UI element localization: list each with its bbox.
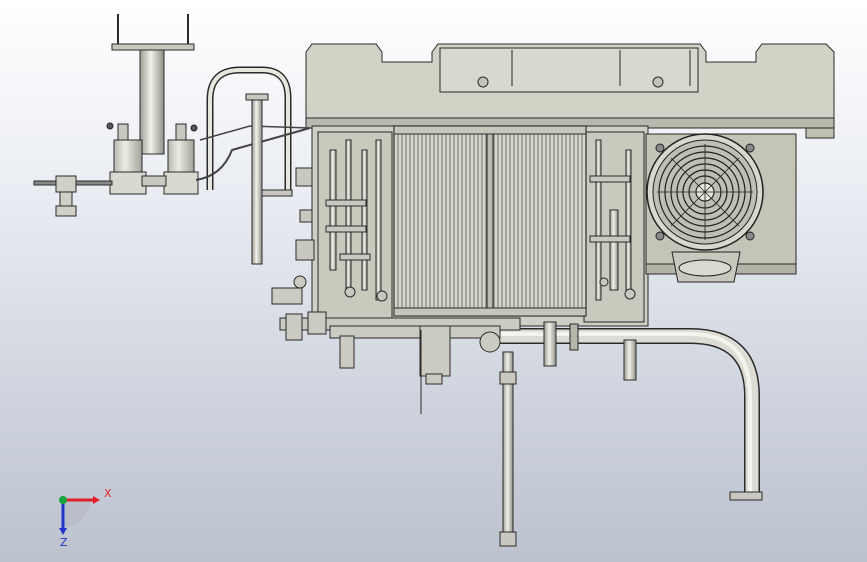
bolt-icon	[655, 231, 665, 241]
discharge-pipe	[500, 321, 763, 501]
bolt-icon	[652, 76, 664, 88]
assembly-drawing: X Z	[33, 14, 835, 549]
radiator-core	[393, 125, 587, 317]
inlet-valve	[33, 175, 113, 217]
top-housing	[305, 43, 835, 139]
z-axis-arrowhead	[59, 528, 67, 535]
z-axis-label: Z	[60, 536, 68, 549]
cad-viewport[interactable]: X Z	[0, 0, 867, 562]
bolt-icon	[745, 143, 755, 153]
bolt-icon	[477, 76, 489, 88]
filter-assembly	[106, 14, 199, 195]
y-axis-dot	[59, 496, 67, 504]
x-axis-label: X	[104, 487, 112, 500]
coordinate-triad: X Z	[59, 487, 112, 549]
bolt-icon	[655, 143, 665, 153]
x-axis-arrowhead	[93, 496, 100, 504]
bolt-icon	[745, 231, 755, 241]
